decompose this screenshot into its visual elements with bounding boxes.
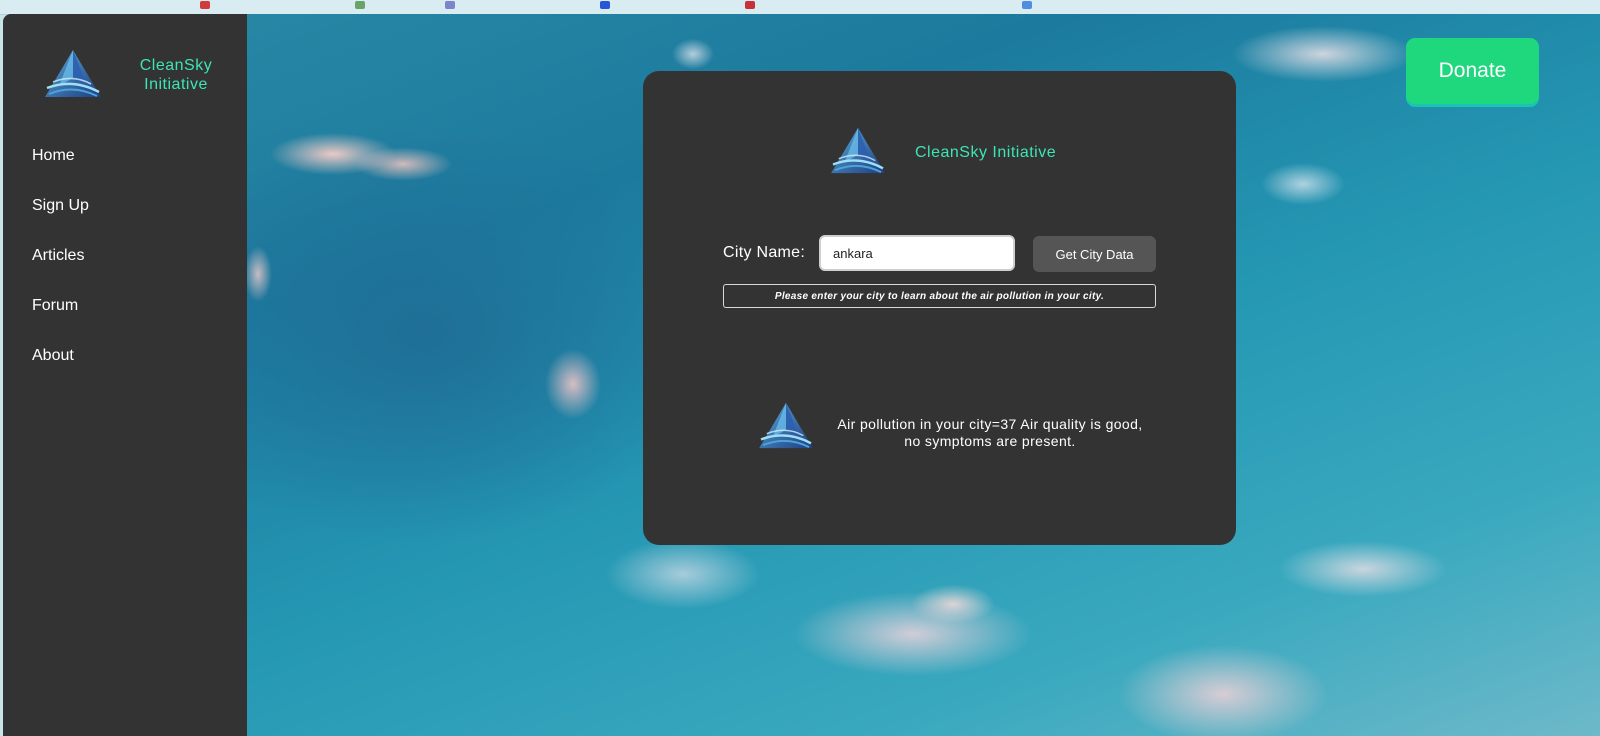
city-name-label: City Name:: [723, 244, 806, 261]
air-quality-result-text: Air pollution in your city=37 Air qualit…: [837, 416, 1143, 449]
air-quality-card: CleanSky Initiative City Name: Get City …: [643, 71, 1236, 545]
city-name-input[interactable]: [819, 235, 1015, 271]
sidebar-nav: Home Sign Up Articles Forum About: [32, 146, 89, 396]
sidebar-brand-name[interactable]: CleanSky Initiative: [131, 56, 221, 94]
bookmark-icon[interactable]: [745, 1, 755, 9]
get-city-data-button[interactable]: Get City Data: [1033, 236, 1156, 272]
city-input-hint: Please enter your city to learn about th…: [723, 284, 1156, 308]
browser-bookmarks-bar: [0, 0, 1600, 15]
sidebar-item-articles[interactable]: Articles: [32, 246, 89, 296]
app-window: CleanSky Initiative Home Sign Up Article…: [3, 14, 1600, 736]
bookmark-icon[interactable]: [600, 1, 610, 9]
sidebar-item-forum[interactable]: Forum: [32, 296, 89, 346]
sidebar-item-home[interactable]: Home: [32, 146, 89, 196]
bookmark-icon[interactable]: [200, 1, 210, 9]
sidebar-item-sign-up[interactable]: Sign Up: [32, 196, 89, 246]
card-brand-name: CleanSky Initiative: [915, 144, 1057, 161]
donate-button[interactable]: Donate: [1406, 38, 1539, 104]
triangle-waves-logo-icon[interactable]: [43, 48, 103, 100]
brand-line-2: Initiative: [144, 76, 208, 93]
bookmark-icon[interactable]: [355, 1, 365, 9]
sidebar-item-about[interactable]: About: [32, 346, 89, 396]
triangle-waves-logo-icon: [757, 401, 815, 451]
bookmark-icon[interactable]: [1022, 1, 1032, 9]
bookmark-icon[interactable]: [445, 1, 455, 9]
triangle-waves-logo-icon: [829, 126, 887, 176]
brand-line-1: CleanSky: [139, 57, 213, 74]
sidebar: CleanSky Initiative Home Sign Up Article…: [3, 14, 247, 736]
